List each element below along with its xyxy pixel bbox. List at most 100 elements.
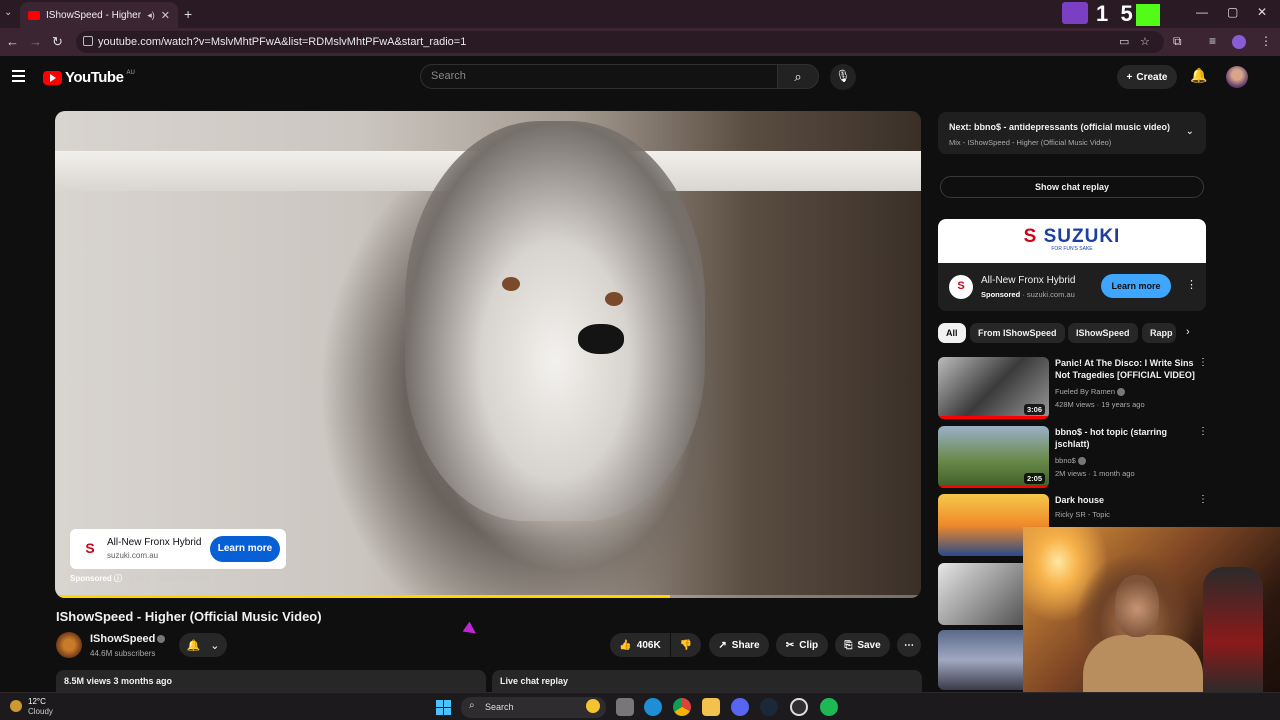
account-avatar[interactable] [1226, 66, 1248, 88]
chevron-right-icon[interactable]: › [1186, 326, 1190, 338]
player-ad-title: All-New Fronx Hybrid [107, 537, 202, 548]
video-thumbnail[interactable]: 2:05 [938, 426, 1049, 488]
chevron-down-icon: ⌄ [210, 639, 220, 652]
youtube-favicon-icon [28, 10, 40, 20]
chrome-browser-icon[interactable] [673, 698, 691, 716]
player-ad-card[interactable]: S All-New Fronx Hybrid suzuki.com.au Lea… [70, 529, 286, 569]
browser-tab[interactable]: IShowSpeed - Higher (Offici... ◂) ✕ [20, 2, 178, 28]
youtube-logo[interactable]: YouTube AU [43, 69, 135, 86]
dislike-button[interactable]: 👎 [671, 633, 701, 657]
search-button[interactable]: ⌕ [777, 64, 819, 89]
playlist-next-panel[interactable]: Next: bbno$ - antidepressants (official … [938, 112, 1206, 154]
voice-search-button[interactable]: 🎙 [830, 64, 856, 90]
recommended-video[interactable]: 2:05 bbno$ - hot topic (starring jschlat… [938, 426, 1208, 488]
chip-all[interactable]: All [938, 323, 966, 343]
discord-icon[interactable] [731, 698, 749, 716]
video-menu-dots-icon[interactable]: ⋮ [1198, 494, 1208, 505]
task-view-icon[interactable] [616, 698, 634, 716]
extensions-icon[interactable]: ⧉ [1173, 34, 1182, 49]
weather-widget[interactable]: 12°C Cloudy [10, 697, 53, 717]
channel-avatar[interactable] [56, 632, 82, 658]
video-thumbnail[interactable]: 3:06 [938, 357, 1049, 419]
new-tab-button[interactable]: + [184, 6, 192, 22]
spotify-icon[interactable] [820, 698, 838, 716]
channel-name[interactable]: IShowSpeed [90, 633, 166, 645]
search-input[interactable]: Search [420, 64, 778, 89]
taskbar-search-label: Search [485, 702, 514, 712]
maximize-button[interactable]: ▢ [1227, 5, 1238, 19]
video-title: IShowSpeed - Higher (Official Music Vide… [56, 609, 322, 624]
close-window-button[interactable]: ✕ [1257, 5, 1267, 19]
bookmark-star-icon[interactable]: ☆ [1140, 35, 1150, 48]
cast-icon[interactable]: ▭ [1119, 35, 1129, 48]
sidebar-ad-learn-more-button[interactable]: Learn more [1101, 274, 1171, 298]
obs-icon[interactable] [790, 698, 808, 716]
windows-start-icon[interactable] [436, 700, 451, 715]
profile-avatar[interactable] [1232, 35, 1246, 49]
suzuki-logo-icon: S [949, 275, 973, 299]
file-explorer-icon[interactable] [702, 698, 720, 716]
back-arrow-icon[interactable]: ← [6, 34, 19, 49]
thumbs-down-icon: 👎 [679, 639, 693, 651]
site-info-icon[interactable] [83, 36, 93, 46]
suzuki-logo-icon: S [85, 540, 95, 556]
video-menu-dots-icon[interactable]: ⋮ [1198, 357, 1208, 368]
chip-ishowspeed[interactable]: IShowSpeed [1068, 323, 1138, 343]
youtube-play-icon [43, 70, 62, 85]
show-chat-replay-button[interactable]: Show chat replay [940, 176, 1204, 198]
weather-temp: 12°C [28, 697, 46, 706]
menu-hamburger-icon[interactable] [12, 70, 25, 85]
search-highlight-icon [586, 699, 600, 713]
sponsored-label: Sponsored ⓘ · 2 of 2 suzuki.com.au [70, 573, 211, 584]
edge-browser-icon[interactable] [644, 698, 662, 716]
address-bar[interactable]: youtube.com/watch?v=MslvMhtPFwA&list=RDM… [76, 31, 1164, 53]
chip-rapp[interactable]: Rapp [1142, 323, 1176, 343]
url-text: youtube.com/watch?v=MslvMhtPFwA&list=RDM… [98, 36, 467, 48]
steam-icon[interactable] [760, 698, 778, 716]
ad-domain-overlay: suzuki.com.au [159, 574, 211, 583]
weather-condition: Cloudy [28, 707, 53, 716]
like-button[interactable]: 👍 406K [610, 633, 670, 657]
suzuki-brand-logo: S SUZUKI [1023, 226, 1121, 247]
ad-menu-dots-icon[interactable]: ⋮ [1186, 278, 1197, 291]
save-button[interactable]: ⎘ Save [835, 633, 890, 657]
menu-dots-icon[interactable]: ⋮ [1260, 34, 1272, 48]
video-channel: Ricky SR - Topic [1055, 510, 1110, 519]
ad-info-icon[interactable]: ⓘ [114, 574, 122, 583]
video-title[interactable]: Dark house [1055, 494, 1195, 506]
notifications-bell-icon[interactable]: 🔔 [1190, 67, 1207, 84]
sidebar-ad-banner[interactable]: S SUZUKI FOR FUN'S SAKE [938, 219, 1206, 263]
reload-icon[interactable]: ↻ [52, 34, 63, 50]
verified-icon [157, 635, 166, 644]
forward-arrow-icon[interactable]: → [29, 34, 42, 49]
description-box[interactable]: 8.5M views 3 months ago [56, 670, 486, 692]
taskbar-search[interactable]: ⌕ Search [461, 697, 606, 718]
more-actions-button[interactable]: ⋯ [897, 633, 921, 657]
media-controls-icon[interactable]: ≡ [1209, 34, 1216, 48]
minimize-button[interactable]: — [1196, 5, 1208, 19]
video-title[interactable]: bbno$ - hot topic (starring jschlatt) [1055, 426, 1195, 450]
video-menu-dots-icon[interactable]: ⋮ [1198, 426, 1208, 437]
tab-close-icon[interactable]: ✕ [161, 9, 170, 22]
recommended-video[interactable]: 3:06 Panic! At The Disco: I Write Sins N… [938, 357, 1208, 419]
sidebar-ad-info[interactable]: S All-New Fronx Hybrid Sponsored · suzuk… [938, 263, 1206, 311]
chip-from-ishowspeed[interactable]: From IShowSpeed [970, 323, 1065, 343]
clip-button[interactable]: ✂ Clip [776, 633, 828, 657]
video-title[interactable]: Panic! At The Disco: I Write Sins Not Tr… [1055, 357, 1195, 381]
video-progress-bar[interactable] [55, 595, 921, 598]
player-ad-learn-more-button[interactable]: Learn more [210, 536, 280, 562]
tab-search-icon[interactable]: ⌄ [4, 7, 12, 18]
webcam-gaming-chair [1203, 567, 1263, 693]
speaker-icon[interactable]: ◂) [147, 10, 155, 21]
microphone-icon: 🎙 [835, 69, 851, 83]
video-duration: 3:06 [1023, 404, 1045, 415]
plus-icon: + [1126, 71, 1133, 83]
create-button[interactable]: + Create [1117, 65, 1177, 89]
video-channel: bbno$ [1055, 456, 1086, 466]
live-chat-replay-header[interactable]: Live chat replay [492, 670, 922, 692]
chevron-down-icon[interactable]: ⌄ [1186, 126, 1194, 137]
video-player[interactable]: S All-New Fronx Hybrid suzuki.com.au Lea… [55, 111, 921, 598]
subscription-bell-button[interactable]: 🔔 ⌄ [179, 633, 227, 657]
share-button[interactable]: ↗ Share [709, 633, 769, 657]
video-frame-dog-nose [578, 324, 624, 354]
